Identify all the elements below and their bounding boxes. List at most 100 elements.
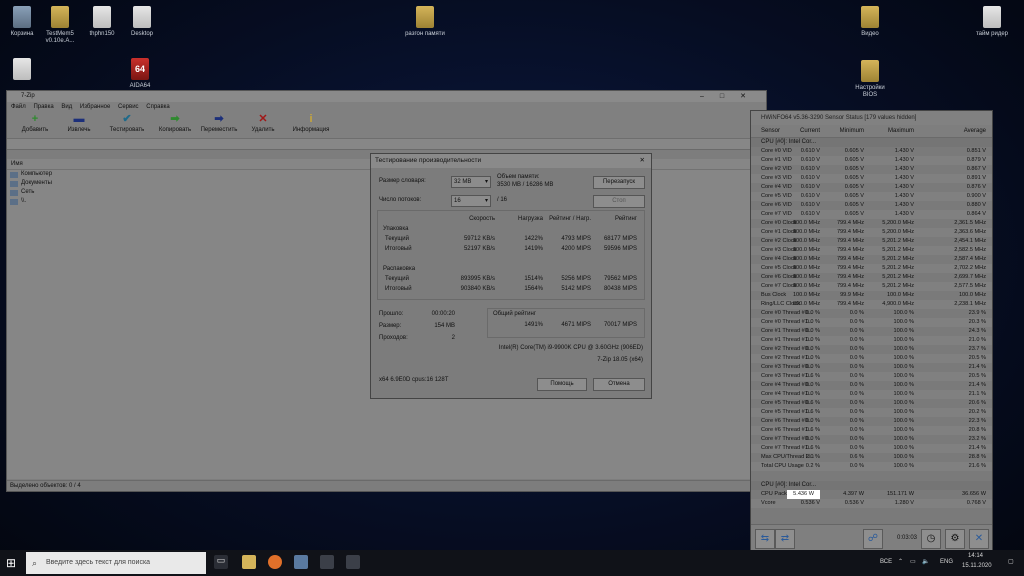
menu-help[interactable]: Справка (146, 104, 170, 110)
stop-button[interactable]: Стоп (593, 195, 645, 208)
table-row[interactable]: Max CPU/Thread U... 2.0 % 0.6 % 100.0 % 28.8… (751, 453, 992, 462)
table-row[interactable]: Core #4 Thread #0... 0.0 % 0.0 % 100.0 % 21.… (751, 381, 992, 390)
desktop-icon-bios[interactable]: Настройки BIOS (848, 60, 892, 99)
move-button[interactable]: ➡ Переместить (197, 112, 241, 138)
table-row[interactable]: Core #6 Clock 800.0 MHz 799.4 MHz 5,201.2 M… (751, 273, 992, 282)
table-row[interactable]: Core #3 Thread #1... 0.6 % 0.0 % 100.0 % 20.… (751, 372, 992, 381)
col-current[interactable]: Current (800, 125, 820, 137)
table-row[interactable]: Core #4 VID 0.610 V 0.605 V 1.430 V 0.876 V (751, 183, 992, 192)
table-row[interactable]: Core #7 Thread #1... 0.6 % 0.0 % 100.0 % 21.… (751, 444, 992, 453)
table-row[interactable]: Core #6 VID 0.610 V 0.605 V 1.430 V 0.880 V (751, 201, 992, 210)
language-indicator[interactable]: ENG (940, 559, 953, 565)
table-row[interactable]: Core #4 Clock 800.0 MHz 799.4 MHz 5,201.2 M… (751, 255, 992, 264)
volume-icon[interactable]: 🔈 (922, 558, 929, 565)
sensor-avg: 0.891 V (966, 175, 986, 181)
clock-icon[interactable]: ◷ (921, 529, 941, 549)
col-minimum[interactable]: Minimum (840, 125, 864, 137)
copy-button[interactable]: ➡ Копировать (153, 112, 197, 138)
menu-edit[interactable]: Правка (33, 104, 53, 110)
network-icon[interactable]: ☍ (863, 529, 883, 549)
col-maximum[interactable]: Maximum (888, 125, 914, 137)
sensor-name: Core #1 VID (761, 157, 792, 163)
clock-date[interactable]: 15.11.2020 (962, 563, 992, 569)
chevron-up-icon[interactable]: ⌃ (898, 558, 903, 565)
table-row[interactable]: Core #0 Thread #1... 0.0 % 0.0 % 100.0 % 20.… (751, 318, 992, 327)
table-row[interactable]: Core #1 VID 0.610 V 0.605 V 1.430 V 0.879 V (751, 156, 992, 165)
table-row[interactable]: Core #3 Clock 800.0 MHz 799.4 MHz 5,201.2 M… (751, 246, 992, 255)
clock-time[interactable]: 14:14 (968, 553, 983, 559)
table-row[interactable]: Core #5 Clock 800.0 MHz 799.4 MHz 5,201.2 M… (751, 264, 992, 273)
desktop-icon-thphn[interactable]: thphn150 (80, 6, 124, 38)
desktop-icon-file[interactable] (0, 58, 44, 83)
desktop-icon-aida64[interactable]: 64 AIDA64 (118, 58, 162, 90)
desktop-icon-video[interactable]: Видео (848, 6, 892, 38)
table-row[interactable]: Core #7 Thread #0... 0.0 % 0.0 % 100.0 % 23.… (751, 435, 992, 444)
7zip-benchmark-taskbar-icon[interactable] (346, 555, 360, 569)
arrows-collapse-icon[interactable]: ⇄ (775, 529, 795, 549)
table-row[interactable]: Core #0 Thread #0... 0.0 % 0.0 % 100.0 % 23.… (751, 309, 992, 318)
dict-size-select[interactable]: 32 MB ▾ (451, 176, 491, 188)
add-button[interactable]: + Добавить (13, 112, 57, 138)
table-row[interactable]: Core #2 Thread #0... 0.0 % 0.0 % 100.0 % 23.… (751, 345, 992, 354)
restart-button[interactable]: Перезапуск (593, 176, 645, 189)
table-row[interactable]: Core #0 VID 0.610 V 0.605 V 1.430 V 0.851 V (751, 147, 992, 156)
table-row[interactable]: Vcore 0.536 V 0.536 V 1.280 V 0.768 V (751, 499, 992, 508)
firefox-icon[interactable] (268, 555, 282, 569)
settings-icon[interactable]: ⚙ (945, 529, 965, 549)
table-row[interactable]: Core #2 Thread #1... 0.0 % 0.0 % 100.0 % 20.… (751, 354, 992, 363)
table-row[interactable]: CPU Package Power 5.436 W 4.397 W 151.17… (751, 490, 992, 499)
start-windows-icon[interactable]: ⊞ (6, 556, 20, 570)
cancel-button[interactable]: Отмена (593, 378, 645, 391)
task-view-icon[interactable]: ▭ (214, 555, 228, 569)
address-bar[interactable] (7, 139, 766, 150)
table-row[interactable]: Core #0 Clock 800.0 MHz 799.4 MHz 5,200.0 M… (751, 219, 992, 228)
table-row[interactable]: Core #1 Thread #0... 0.0 % 0.0 % 100.0 % 24.… (751, 327, 992, 336)
menu-file[interactable]: Файл (11, 104, 26, 110)
table-row[interactable]: Core #3 Thread #0... 0.0 % 0.0 % 100.0 % 21.… (751, 363, 992, 372)
arrows-left-right-icon[interactable]: ⇆ (755, 529, 775, 549)
hwinfo-taskbar-icon[interactable] (294, 555, 308, 569)
table-row[interactable]: Core #2 VID 0.610 V 0.605 V 1.430 V 0.867 V (751, 165, 992, 174)
tray-show-all[interactable]: ВСЕ (880, 559, 892, 565)
network-tray-icon[interactable]: ▭ (910, 558, 916, 565)
desktop-icon-ram-oc[interactable]: разгон памяти (403, 6, 447, 38)
table-row[interactable]: Core #1 Clock 800.0 MHz 799.4 MHz 5,200.0 M… (751, 228, 992, 237)
7zip-taskbar-icon[interactable] (320, 555, 334, 569)
menu-view[interactable]: Вид (61, 104, 72, 110)
desktop-icon-timereader[interactable]: тайм ридер (970, 6, 1014, 38)
help-button[interactable]: Помощь (537, 378, 587, 391)
delete-button[interactable]: ✕ Удалить (241, 112, 285, 138)
notifications-icon[interactable]: ▢ (1008, 558, 1014, 565)
threads-select[interactable]: 16 ▾ (451, 195, 491, 207)
table-row[interactable]: Core #3 VID 0.610 V 0.605 V 1.430 V 0.891 V (751, 174, 992, 183)
extract-button[interactable]: ▬ Извлечь (57, 112, 101, 138)
table-row[interactable]: Total CPU Usage 0.2 % 0.0 % 100.0 % 21.6 % (751, 462, 992, 471)
table-row[interactable]: Core #7 VID 0.610 V 0.605 V 1.430 V 0.864 V (751, 210, 992, 219)
table-row[interactable]: Core #1 Thread #1... 0.0 % 0.0 % 100.0 % 21.… (751, 336, 992, 345)
menu-favorites[interactable]: Избранное (80, 104, 110, 110)
close-icon[interactable]: ✕ (969, 529, 989, 549)
window-controls[interactable]: –□✕ (700, 91, 762, 102)
menu-tools[interactable]: Сервис (118, 104, 139, 110)
table-row[interactable]: Core #6 Thread #0... 0.0 % 0.0 % 100.0 % 22.… (751, 417, 992, 426)
desktop-icon-testmem[interactable]: TestMem5 v0.10e.A... (38, 6, 82, 45)
taskbar-search[interactable]: ⌕ Введите здесь текст для поиска (26, 552, 206, 574)
table-row[interactable]: Core #2 Clock 800.0 MHz 799.4 MHz 5,201.2 M… (751, 237, 992, 246)
col-average[interactable]: Average (964, 125, 986, 137)
col-sensor[interactable]: Sensor (761, 125, 780, 137)
desktop-icon-desktop[interactable]: Desktop (120, 6, 164, 38)
table-row[interactable]: Core #5 VID 0.610 V 0.605 V 1.430 V 0.900 V (751, 192, 992, 201)
table-row[interactable]: Core #4 Thread #1... 0.0 % 0.0 % 100.0 % 21.… (751, 390, 992, 399)
sensor-group[interactable]: CPU [#0]: Intel Cor... (751, 481, 992, 490)
table-row[interactable]: Core #5 Thread #1... 0.6 % 0.0 % 100.0 % 20.… (751, 408, 992, 417)
table-row[interactable]: Bus Clock 100.0 MHz 99.9 MHz 100.0 MHz 100.0… (751, 291, 992, 300)
table-row[interactable]: Core #6 Thread #1... 0.6 % 0.0 % 100.0 % 20.… (751, 426, 992, 435)
sensor-group[interactable]: CPU [#0]: Intel Cor... (751, 138, 992, 147)
file-explorer-icon[interactable] (242, 555, 256, 569)
table-row[interactable]: Core #5 Thread #0... 0.6 % 0.0 % 100.0 % 20.… (751, 399, 992, 408)
close-icon[interactable]: ✕ (640, 154, 645, 168)
table-row[interactable]: Ring/LLC Clock 800.0 MHz 799.4 MHz 4,900.0 … (751, 300, 992, 309)
info-button[interactable]: i Информация (285, 112, 337, 138)
table-row[interactable]: Core #7 Clock 800.0 MHz 799.4 MHz 5,201.2 M… (751, 282, 992, 291)
test-button[interactable]: ✔ Тестировать (101, 112, 153, 138)
